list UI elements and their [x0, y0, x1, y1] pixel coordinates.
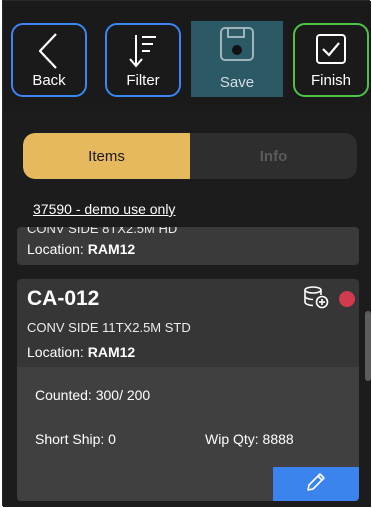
save-label: Save	[219, 74, 255, 91]
item-location: Location: RAM12	[27, 241, 135, 257]
item-code: CA-012	[27, 287, 100, 310]
toolbar: Back Filter Save Finish	[3, 1, 371, 111]
tab-info[interactable]: Info	[190, 133, 357, 179]
floppy-disk-icon	[218, 25, 256, 69]
count-subtitle[interactable]: 37590 - demo use only	[33, 201, 175, 217]
checkbox-icon	[314, 31, 348, 71]
tab-items[interactable]: Items	[23, 133, 190, 179]
wip-qty-value: Wip Qty: 8888	[205, 431, 294, 447]
filter-icon	[126, 31, 160, 75]
location-label: Location:	[27, 344, 84, 360]
save-button[interactable]: Save	[191, 21, 283, 97]
finish-button[interactable]: Finish	[293, 23, 369, 97]
finish-label: Finish	[310, 72, 351, 89]
app-screen: Back Filter Save Finish Items Info 37590…	[2, 0, 371, 507]
location-value: RAM12	[87, 241, 136, 257]
pencil-icon	[304, 470, 328, 499]
edit-button[interactable]	[273, 467, 359, 501]
segmented-tabs: Items Info	[23, 133, 357, 179]
short-ship-value: Short Ship: 0	[35, 431, 116, 447]
list-item-previous[interactable]: CONV SIDE 8TX2.5M HD Location: RAM12	[17, 227, 359, 265]
back-chevron-icon	[34, 31, 64, 75]
item-description: CONV SIDE 11TX2.5M STD	[27, 320, 191, 335]
database-add-icon[interactable]	[303, 285, 329, 314]
status-indicator-dot	[339, 291, 355, 307]
item-stats-panel: Counted: 300/ 200 Short Ship: 0 Wip Qty:…	[17, 367, 359, 501]
list-item-ca-012[interactable]: CA-012 CONV SIDE 11TX2.5M STD Location: …	[17, 279, 359, 501]
item-location: Location: RAM12	[27, 344, 135, 360]
content-area: Items Info 37590 - demo use only CONV SI…	[3, 111, 371, 507]
back-button[interactable]: Back	[11, 23, 87, 97]
scrollbar[interactable]	[365, 311, 371, 381]
filter-button[interactable]: Filter	[105, 23, 181, 97]
counted-value: Counted: 300/ 200	[35, 387, 151, 403]
location-value: RAM12	[87, 344, 136, 360]
item-description: CONV SIDE 8TX2.5M HD	[27, 227, 178, 236]
location-label: Location:	[27, 241, 84, 257]
